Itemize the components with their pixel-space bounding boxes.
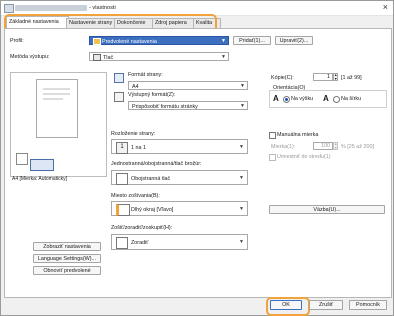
duplex-label: Jednostranná/obojstranná/tlač brožúr:	[111, 161, 202, 167]
page-size-label: Formát strany:	[128, 72, 163, 78]
layout-icon: 1	[116, 142, 128, 154]
cancel-button[interactable]: Zrušiť	[309, 300, 343, 310]
page-layout-select[interactable]: 1 1 na 1 ▼	[111, 139, 248, 154]
binding-icon	[116, 204, 130, 216]
duplex-icon	[116, 173, 128, 185]
scale-label: Mierka(1):	[271, 144, 296, 150]
chevron-down-icon: ▼	[240, 83, 245, 89]
binding-margin-button[interactable]: Väzba(U)...	[269, 205, 385, 214]
page-layout-label: Rozloženie strany:	[111, 131, 156, 137]
center-label: Umiestniť do stredu(1)	[277, 154, 331, 160]
page-size-value: A4	[132, 83, 139, 90]
duplex-select[interactable]: Obojstranná tlač ▼	[111, 170, 248, 185]
output-method-select[interactable]: Tlač ▼	[89, 52, 229, 61]
portrait-radio[interactable]	[283, 96, 290, 103]
printer-icon	[4, 4, 14, 13]
window-title: - vlastnosti	[89, 4, 116, 11]
duplex-value: Obojstranná tlač	[131, 175, 171, 182]
output-method-value: Tlač	[103, 54, 114, 61]
chevron-down-icon: ▼	[221, 38, 226, 44]
landscape-radio[interactable]	[333, 96, 340, 103]
page-layout-value: 1 na 1	[131, 144, 146, 151]
chevron-down-icon: ▼	[240, 103, 245, 109]
page-preview	[36, 79, 78, 138]
copies-label: Kópie(C):	[271, 75, 294, 81]
show-settings-button[interactable]: Zobraziť nastavenia	[33, 242, 101, 251]
language-settings-button[interactable]: Language Settings(W)...	[33, 254, 101, 263]
manual-scaling-label: Manuálna mierka	[277, 132, 319, 138]
binding-select[interactable]: Dlhý okraj [Vľavo] ▼	[111, 201, 248, 216]
restore-defaults-button[interactable]: Obnoviť predvolené	[33, 266, 101, 275]
chevron-down-icon: ▼	[239, 239, 244, 245]
output-size-value: Prispôsobiť formátu stránky	[132, 103, 198, 110]
manual-scaling-checkbox[interactable]	[269, 132, 276, 139]
scale-input[interactable]: 100	[313, 142, 333, 150]
chevron-down-icon: ▼	[239, 206, 244, 212]
output-size-icon	[114, 92, 124, 102]
collate-label: Zošiť/zoradiť/zoskupiť(H):	[111, 225, 173, 231]
profile-value: Predvolené nastavenia	[102, 38, 157, 45]
close-icon[interactable]: ×	[383, 2, 388, 12]
profile-select[interactable]: Predvolené nastavenia ▼	[89, 36, 229, 45]
portrait-label: Na výšku	[291, 96, 314, 102]
portrait-icon: A	[273, 94, 279, 103]
output-size-select[interactable]: Prispôsobiť formátu stránky ▼	[128, 101, 248, 110]
ok-button[interactable]: OK	[270, 300, 302, 310]
binding-label: Miesto zošívania(B):	[111, 193, 160, 199]
page-size-icon	[114, 73, 124, 83]
copies-spinner[interactable]: ▲ ▼	[333, 73, 338, 81]
profile-label: Profil:	[10, 38, 24, 44]
chevron-down-icon: ▼	[239, 175, 244, 181]
chevron-down-icon: ▼	[239, 144, 244, 150]
copies-input[interactable]: 1	[313, 73, 333, 81]
chevron-down-icon: ▼	[221, 54, 226, 60]
collate-icon	[116, 237, 128, 249]
binding-value: Dlhý okraj [Vľavo]	[131, 206, 174, 213]
printer-name-redacted	[15, 5, 87, 11]
output-tray-icon	[30, 159, 54, 171]
profile-icon	[93, 38, 101, 45]
stack-icon	[16, 153, 28, 165]
print-icon	[93, 54, 101, 61]
landscape-label: Na šírku	[341, 96, 362, 102]
center-checkbox[interactable]	[269, 154, 276, 161]
output-size-label: Výstupný formát(Z):	[128, 92, 176, 98]
preview-caption: A4 [Mierka: Automaticky]	[12, 176, 68, 182]
add-profile-button[interactable]: Pridať(1)...	[233, 36, 271, 45]
page-size-select[interactable]: A4 ▼	[128, 81, 248, 90]
landscape-icon: A	[323, 94, 329, 103]
collate-value: Zoradiť	[131, 239, 149, 246]
collate-select[interactable]: Zoradiť ▼	[111, 234, 248, 250]
scale-range: % [25 až 200]	[341, 144, 374, 150]
scale-spinner[interactable]: ▲ ▼	[333, 142, 338, 150]
output-method-label: Metóda výstupu:	[10, 54, 50, 60]
properties-window: - vlastnosti × Základné nastavenia Nasta…	[0, 0, 394, 316]
copies-range: [1 až 99]	[341, 75, 362, 81]
preview-pane	[10, 72, 107, 177]
edit-profile-button[interactable]: Upraviť(2)...	[275, 36, 313, 45]
help-button[interactable]: Pomocník	[349, 300, 387, 310]
